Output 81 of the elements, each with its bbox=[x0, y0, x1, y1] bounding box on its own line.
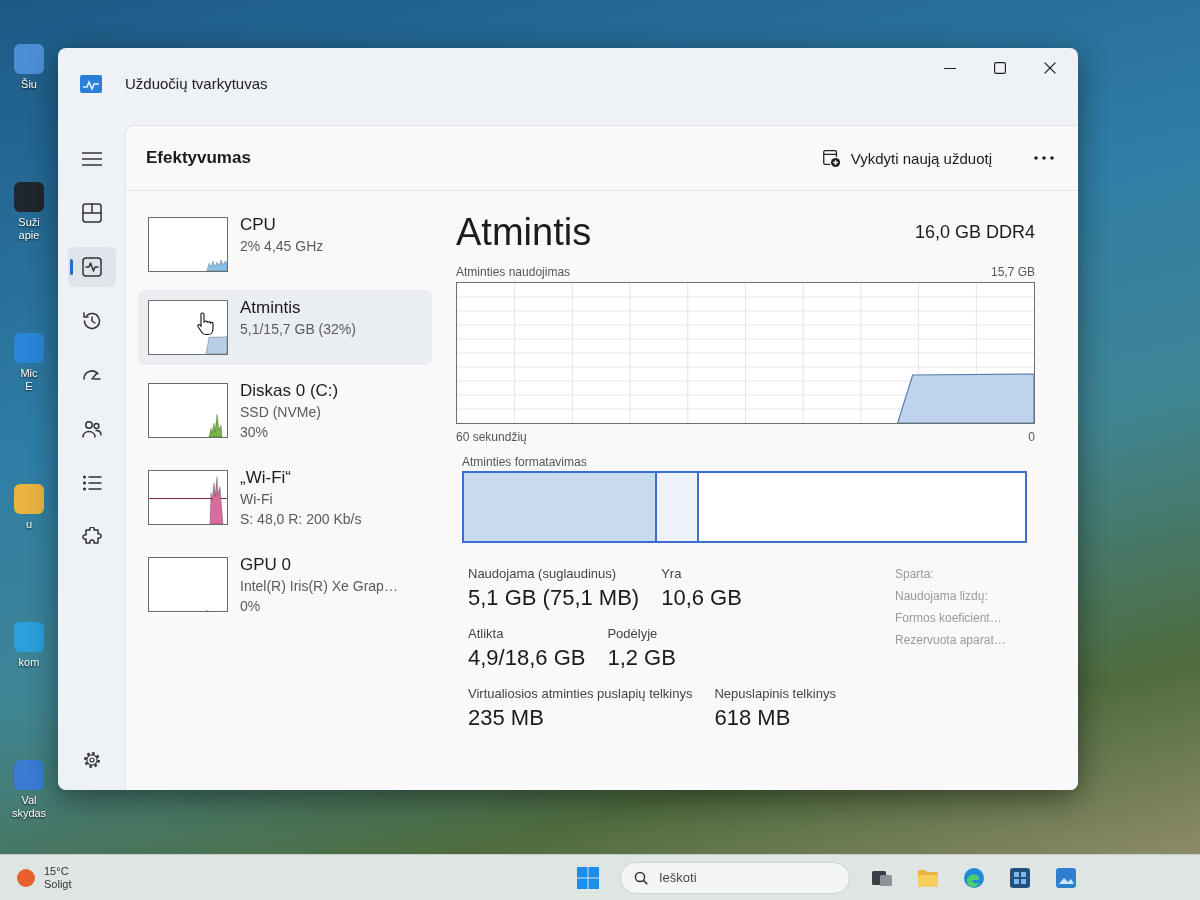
users-icon bbox=[81, 419, 102, 439]
resource-item[interactable]: Diskas 0 (C:) SSD (NVMe) 30% bbox=[138, 373, 432, 452]
stat-label: Nepuslapinis telkinys bbox=[714, 685, 836, 703]
stat-label: Sparta: bbox=[895, 566, 934, 583]
memory-capacity: 16,0 GB DDR4 bbox=[914, 221, 1035, 243]
stat-value: 5,1 GB (75,1 MB) bbox=[468, 584, 640, 612]
stat-value: 1,2 GB bbox=[607, 644, 676, 672]
desktop-icon-label: kom bbox=[18, 656, 40, 669]
stat-label: Rezervuota aparat… bbox=[895, 632, 1006, 649]
stat-value: 4,9/18,6 GB bbox=[468, 644, 586, 672]
axis-label: 15,7 GB bbox=[990, 264, 1035, 280]
search-field[interactable]: Ieškoti bbox=[620, 861, 850, 894]
hand-cursor-icon bbox=[196, 312, 214, 336]
resource-item[interactable]: CPU 2% 4,45 GHz bbox=[138, 207, 432, 282]
resource-detail: Wi-Fi bbox=[240, 490, 273, 509]
sun-icon[interactable] bbox=[16, 867, 36, 888]
browser-icon bbox=[963, 866, 985, 889]
page-title: Efektyvumas bbox=[146, 148, 251, 168]
stat-label: Formos koeficient… bbox=[895, 610, 1002, 627]
chart-title: Atminties naudojimas bbox=[456, 264, 571, 280]
resource-item[interactable]: GPU 0 Intel(R) Iris(R) Xe Grap… 0% bbox=[138, 547, 432, 626]
stat-label: Naudojama (suglaudinus) bbox=[468, 565, 617, 583]
stat-label: Naudojama lizdų: bbox=[895, 588, 988, 605]
stat-label: Atlikta bbox=[468, 625, 504, 643]
run-task-button[interactable]: Vykdyti naują užduotį bbox=[810, 140, 1002, 176]
grid-icon bbox=[81, 203, 102, 223]
windows-logo-icon bbox=[577, 866, 599, 889]
settings-icon bbox=[81, 750, 102, 770]
stat-label: Yra bbox=[661, 565, 682, 583]
puzzle-icon bbox=[81, 527, 102, 547]
maximize-icon bbox=[994, 62, 1006, 74]
resource-title: „Wi-Fi“ bbox=[240, 467, 291, 489]
temperature: 15°C bbox=[44, 864, 69, 878]
list-icon bbox=[81, 473, 102, 493]
resource-title: Atmintis bbox=[240, 297, 301, 319]
nav-item[interactable] bbox=[67, 247, 116, 287]
window-title: Užduočių tvarkytuvas bbox=[125, 74, 268, 94]
pulse-icon bbox=[81, 257, 102, 277]
desktop-icon-label: u bbox=[25, 518, 33, 531]
history-icon bbox=[81, 311, 102, 331]
resource-heading: Atmintis bbox=[456, 210, 592, 255]
resource-title: CPU bbox=[240, 214, 276, 236]
add-window-icon bbox=[820, 148, 841, 168]
app-tile-icon[interactable] bbox=[14, 182, 44, 212]
stat-label: Podėlyje bbox=[607, 625, 658, 643]
resource-detail: Intel(R) Iris(R) Xe Grap… bbox=[240, 577, 398, 596]
resource-detail: 0% bbox=[240, 597, 261, 616]
menu-icon bbox=[81, 152, 102, 166]
desktop-icon-label: Suži apie bbox=[18, 216, 40, 242]
search-icon bbox=[634, 870, 648, 885]
close-icon bbox=[1044, 62, 1056, 74]
picture-tile-icon bbox=[1055, 866, 1077, 889]
resource-title: GPU 0 bbox=[240, 554, 292, 576]
app-tile-icon[interactable] bbox=[14, 333, 44, 363]
stat-value: 10,6 GB bbox=[661, 584, 742, 612]
resource-item[interactable]: Atmintis 5,1/15,7 GB (32%) bbox=[138, 290, 432, 365]
stat-label: Virtualiosios atminties puslapių telkinys bbox=[468, 685, 693, 703]
resource-detail: S: 48,0 R: 200 Kb/s bbox=[240, 510, 362, 529]
app-tile-icon[interactable] bbox=[14, 484, 44, 514]
more-icon bbox=[1034, 156, 1054, 160]
resource-detail: 30% bbox=[240, 423, 269, 442]
resource-title: Diskas 0 (C:) bbox=[240, 380, 339, 402]
desktop-icon-label: Mic E bbox=[20, 367, 38, 393]
desktop-icon-label: Šiu bbox=[21, 78, 37, 91]
minimize-icon bbox=[944, 67, 956, 69]
axis-label: 0 bbox=[1028, 429, 1035, 445]
composition-label: Atminties formatavimas bbox=[461, 454, 587, 471]
stat-value: 618 MB bbox=[714, 704, 791, 732]
stat-value: 235 MB bbox=[468, 704, 544, 732]
resource-item[interactable]: „Wi-Fi“ Wi-Fi S: 48,0 R: 200 Kb/s bbox=[138, 460, 432, 539]
resource-detail: 2% 4,45 GHz bbox=[240, 237, 324, 256]
app-tile-icon[interactable] bbox=[14, 760, 44, 790]
graph-tile-icon bbox=[80, 75, 102, 93]
app-tile-icon bbox=[1009, 866, 1031, 889]
resource-detail: 5,1/15,7 GB (32%) bbox=[240, 320, 356, 339]
app-tile-icon[interactable] bbox=[14, 622, 44, 652]
resource-detail: SSD (NVMe) bbox=[240, 403, 321, 422]
weather-condition: Soligt bbox=[44, 877, 72, 891]
axis-label: 60 sekundžių bbox=[456, 429, 527, 445]
desktop-icon-label: Val skydas bbox=[11, 794, 47, 820]
app-tile-icon[interactable] bbox=[14, 44, 44, 74]
